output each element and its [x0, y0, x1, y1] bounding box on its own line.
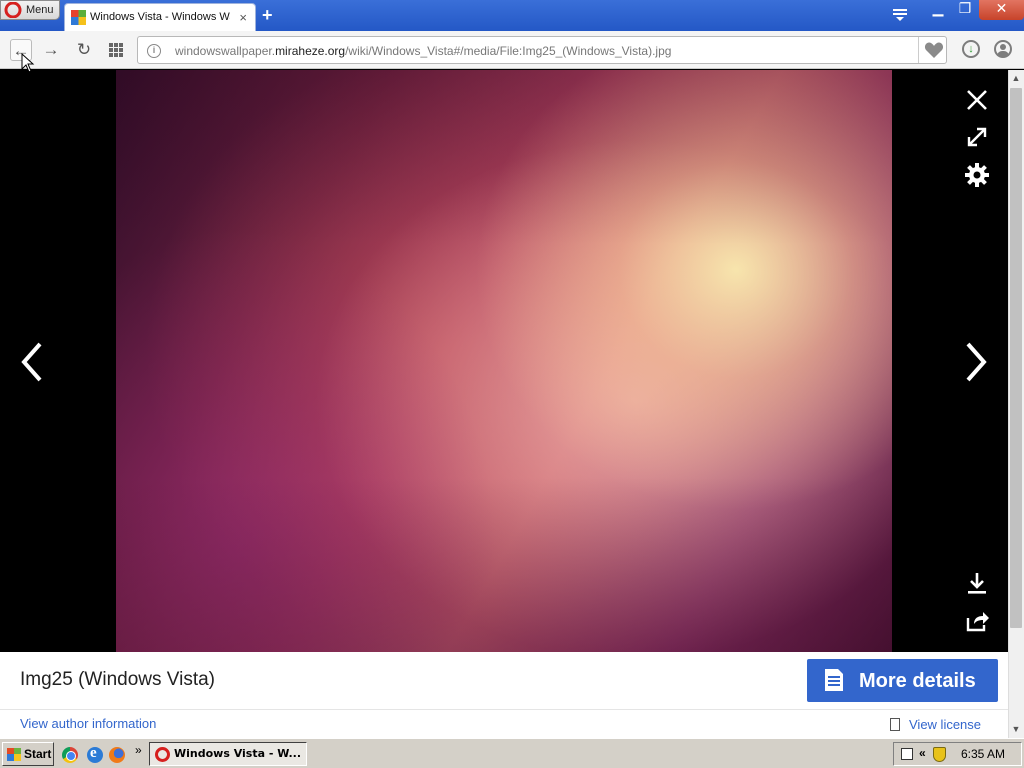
reload-button[interactable]: ↻ — [73, 39, 95, 61]
mouse-cursor-icon — [21, 53, 35, 73]
download-extension-icon[interactable]: ↓ — [962, 40, 980, 58]
more-details-label: More details — [859, 670, 976, 692]
license-link[interactable]: View license — [890, 717, 981, 732]
url-domain: miraheze.org — [275, 44, 346, 58]
restore-button[interactable]: ❐ — [952, 0, 978, 20]
opera-logo-icon — [4, 2, 22, 18]
browser-tab-bar: Menu Windows Vista - Windows Wallpaper ×… — [0, 0, 1024, 31]
media-viewer — [0, 70, 1008, 652]
quicklaunch-more-icon[interactable]: » — [135, 743, 142, 757]
fullscreen-icon[interactable] — [964, 124, 990, 150]
scroll-down-arrow-icon[interactable]: ▼ — [1008, 721, 1024, 737]
account-icon[interactable] — [994, 40, 1012, 58]
opera-icon — [155, 747, 170, 762]
tray-expand-icon[interactable]: « — [919, 746, 926, 760]
tab-windows-vista[interactable]: Windows Vista - Windows Wallpaper × — [64, 3, 256, 31]
taskbar-item-opera[interactable]: Windows Vista - W... — [149, 742, 307, 766]
internet-explorer-icon[interactable] — [87, 745, 103, 763]
scroll-up-arrow-icon[interactable]: ▲ — [1008, 70, 1024, 86]
firefox-icon[interactable] — [109, 747, 125, 763]
speed-dial-button[interactable] — [105, 39, 127, 61]
close-viewer-icon[interactable] — [964, 87, 990, 113]
security-shield-icon[interactable] — [933, 747, 946, 762]
opera-menu-button[interactable]: Menu — [0, 0, 60, 20]
new-tab-button[interactable]: + — [262, 5, 273, 26]
grid-icon — [109, 43, 123, 57]
address-bar[interactable]: i windowswallpaper.miraheze.org/wiki/Win… — [137, 36, 947, 64]
tab-close-icon[interactable]: × — [239, 10, 247, 25]
url-path: /wiki/Windows_Vista#/media/File:Img25_(W… — [345, 44, 672, 58]
taskbar-item-label: Windows Vista - W... — [174, 747, 302, 760]
license-icon — [890, 718, 900, 731]
panel-divider — [0, 709, 1008, 710]
image-title: Img25 (Windows Vista) — [20, 669, 215, 690]
site-info-icon[interactable]: i — [147, 44, 161, 58]
tab-title: Windows Vista - Windows Wallpaper — [90, 11, 230, 23]
share-icon[interactable] — [964, 608, 990, 634]
url-text[interactable]: windowswallpaper.miraheze.org/wiki/Windo… — [175, 44, 671, 58]
windows-taskbar: Start » Windows Vista - W... « 6:35 AM — [0, 738, 1024, 768]
wallpaper-image — [116, 70, 892, 652]
download-icon[interactable] — [964, 570, 990, 596]
settings-gear-icon[interactable] — [964, 162, 990, 188]
minimize-button[interactable]: ▁ — [925, 0, 951, 20]
menu-label: Menu — [26, 4, 54, 16]
windows-logo-icon — [7, 748, 21, 761]
clock[interactable]: 6:35 AM — [961, 747, 1005, 761]
forward-button[interactable]: → — [40, 39, 62, 61]
license-label: View license — [909, 717, 982, 732]
system-tray: « 6:35 AM — [893, 742, 1022, 766]
heart-bookmark-icon[interactable] — [924, 41, 944, 59]
more-details-button[interactable]: More details — [807, 659, 998, 702]
scroll-thumb[interactable] — [1010, 88, 1022, 628]
window-close-button[interactable]: ✕ — [979, 0, 1024, 20]
document-icon — [825, 669, 843, 691]
previous-image-icon[interactable] — [16, 340, 46, 384]
url-prefix: windowswallpaper. — [175, 44, 276, 58]
start-button[interactable]: Start — [2, 742, 54, 766]
chrome-icon[interactable] — [62, 747, 78, 763]
start-label: Start — [24, 747, 52, 761]
address-divider — [918, 37, 919, 63]
next-image-icon[interactable] — [962, 340, 992, 384]
navigation-bar: ← → ↻ i windowswallpaper.miraheze.org/wi… — [0, 31, 1024, 69]
image-info-panel: Img25 (Windows Vista) More details View … — [0, 652, 1008, 738]
author-info-link[interactable]: View author information — [20, 716, 156, 731]
keyboard-icon[interactable] — [901, 748, 913, 760]
wiki-favicon-icon — [71, 10, 86, 25]
tab-menu-icon[interactable] — [892, 7, 908, 23]
